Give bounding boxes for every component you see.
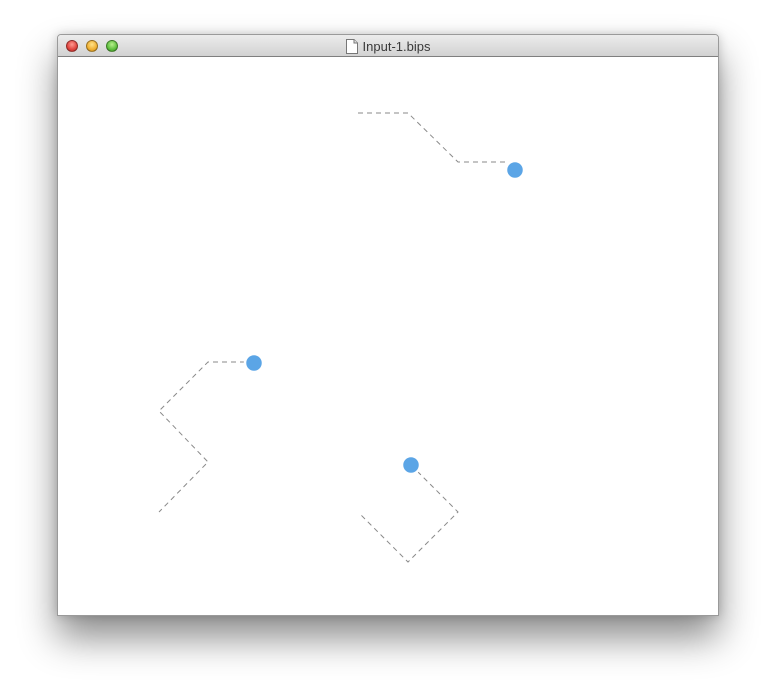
path-node-2[interactable] (243, 352, 265, 374)
window-title: Input-1.bips (362, 38, 431, 54)
path-node-1[interactable] (504, 159, 526, 181)
dashed-path-1 (358, 112, 515, 163)
document-icon (345, 38, 358, 54)
dashed-path-2 (158, 361, 254, 513)
app-window: Input-1.bips (57, 34, 719, 616)
title-bar[interactable]: Input-1.bips (58, 35, 718, 57)
dashed-path-3 (358, 464, 459, 563)
path-node-3[interactable] (400, 454, 422, 476)
drawing-canvas[interactable] (58, 57, 718, 615)
window-title-area: Input-1.bips (58, 35, 718, 57)
